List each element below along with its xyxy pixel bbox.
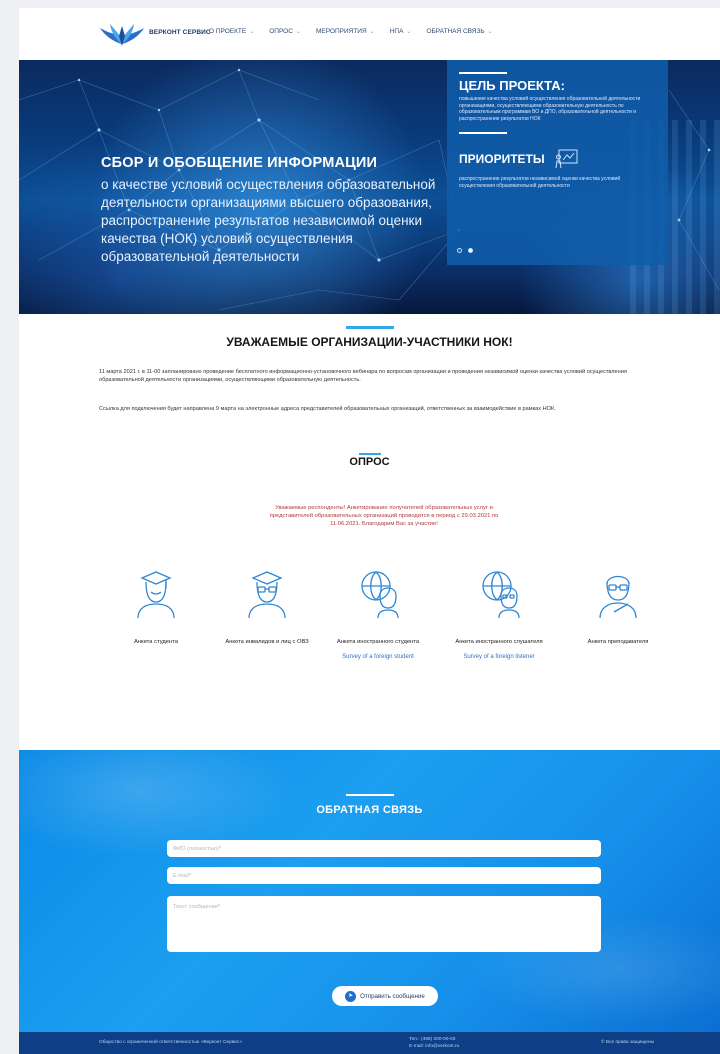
nav-label: ОПРОС	[269, 28, 293, 35]
notice-paragraph: 11 марта 2021 г. в 11-00 запланировано п…	[99, 369, 627, 383]
student-graduate-icon	[137, 571, 175, 618]
feedback-section: ОБРАТНАЯ СВЯЗЬ ➤ Отправить сообщение	[19, 750, 720, 1032]
survey-card-label: Анкета инвалидов и лиц с ОВЗ	[225, 639, 309, 645]
panel-divider	[459, 132, 507, 135]
logo-icon[interactable]	[99, 22, 145, 48]
site-footer: Общество с ограниченной ответственностью…	[19, 1032, 720, 1054]
notice-paragraph: Ссылка для подключения будет направлена …	[99, 406, 556, 412]
nav-item-npa[interactable]: НПА ⌄	[390, 28, 412, 35]
feedback-title: ОБРАТНАЯ СВЯЗЬ	[316, 804, 423, 816]
footer-email[interactable]: E-mail: info@verkont.ru	[409, 1043, 459, 1050]
survey-card-foreign-listener[interactable]: Анкета иностранного слушателя Survey of …	[444, 568, 554, 660]
section-accent	[359, 453, 381, 455]
slider-dot-active[interactable]	[468, 248, 473, 253]
footer-contacts: Тел.: (495) 000-00-00 E-mail: info@verko…	[409, 1036, 459, 1050]
page: ВЕРКОНТ СЕРВИС О ПРОЕКТЕ ⌄ ОПРОС ⌄ МЕРОПРИ…	[19, 8, 720, 1054]
nav-item-feedback[interactable]: ОБРАТНАЯ СВЯЗЬ ⌄	[426, 28, 492, 35]
nav-label: МЕРОПРИЯТИЯ	[315, 28, 367, 35]
hero-description: о качестве условий осуществления образов…	[101, 177, 436, 264]
send-button-label: Отправить сообщение	[360, 992, 425, 1000]
survey-card-label: Анкета студента	[133, 639, 179, 645]
nav-label: О ПРОЕКТЕ	[209, 28, 247, 35]
presentation-board-icon	[555, 149, 578, 169]
goal-title: ЦЕЛЬ ПРОЕКТА:	[459, 78, 565, 93]
survey-title: ОПРОС	[349, 456, 390, 468]
section-accent	[346, 794, 394, 796]
main-nav: О ПРОЕКТЕ ⌄ ОПРОС ⌄ МЕРОПРИЯТИЯ ⌄ НПА ⌄ ОБРА…	[209, 28, 493, 35]
teacher-icon	[599, 575, 637, 618]
panel-divider	[459, 72, 507, 74]
survey-card-label: Анкета иностранного слушателя	[455, 639, 543, 645]
hero-banner: СБОР И ОБОБЩЕНИЕ ИНФОРМАЦИИ о качестве у…	[19, 60, 720, 314]
survey-link-foreign-listener[interactable]: Survey of a foreign listener	[444, 654, 554, 660]
student-disabled-icon	[248, 571, 286, 618]
goal-text: повышение качества условий осуществления…	[459, 96, 641, 122]
nav-item-survey[interactable]: ОПРОС ⌄	[269, 28, 301, 35]
survey-link-foreign-student[interactable]: Survey of a foreign student	[323, 654, 433, 660]
priorities-text: распространение результатов независимой …	[459, 176, 621, 189]
survey-card-label: Анкета преподавателя	[587, 639, 649, 645]
footer-copyright: © Все права защищены	[601, 1040, 655, 1045]
nav-item-about[interactable]: О ПРОЕКТЕ ⌄	[209, 28, 254, 35]
site-header: ВЕРКОНТ СЕРВИС О ПРОЕКТЕ ⌄ ОПРОС ⌄ МЕРОПРИ…	[19, 8, 720, 60]
footer-org: Общество с ограниченной ответственностью…	[99, 1040, 243, 1045]
name-field[interactable]	[167, 840, 601, 857]
hero-text: СБОР И ОБОБЩЕНИЕ ИНФОРМАЦИИ о качестве у…	[101, 155, 441, 266]
chevron-down-icon: ⌄	[295, 29, 301, 35]
survey-card-disabled[interactable]: Анкета инвалидов и лиц с ОВЗ	[212, 568, 322, 646]
survey-notice: Уважаемые респонденты! Анкетирование пол…	[269, 505, 499, 527]
email-field[interactable]	[167, 867, 601, 884]
chevron-down-icon: ⌄	[487, 29, 493, 35]
survey-card-teacher[interactable]: Анкета преподавателя	[563, 568, 673, 646]
priorities-title: ПРИОРИТЕТЫ	[459, 152, 545, 167]
send-message-button[interactable]: ➤ Отправить сообщение	[332, 986, 438, 1006]
hero-title: СБОР И ОБОБЩЕНИЕ ИНФОРМАЦИИ	[101, 155, 378, 171]
logo-text[interactable]: ВЕРКОНТ СЕРВИС	[149, 29, 211, 36]
chevron-down-icon: ⌄	[249, 29, 255, 35]
survey-card-label: Анкета иностранного студента	[336, 639, 420, 645]
nav-item-events[interactable]: МЕРОПРИЯТИЯ ⌄	[316, 28, 375, 35]
slider-dot[interactable]	[457, 248, 462, 253]
chevron-down-icon: ⌄	[369, 29, 375, 35]
send-icon: ➤	[345, 990, 357, 1002]
foreign-listener-icon	[482, 571, 520, 618]
survey-card-student[interactable]: Анкета студента	[101, 568, 211, 646]
chevron-down-icon: ⌄	[406, 29, 412, 35]
footer-phone[interactable]: Тел.: (495) 000-00-00	[409, 1036, 459, 1043]
foreign-student-icon	[361, 571, 399, 618]
slider-dots	[457, 248, 473, 253]
notice-section: УВАЖАЕМЫЕ ОРГАНИЗАЦИИ-УЧАСТНИКИ НОК!	[19, 326, 720, 349]
goal-panel: ЦЕЛЬ ПРОЕКТА: повышение качества условий…	[447, 60, 668, 265]
section-accent	[345, 326, 394, 329]
nav-label: ОБРАТНАЯ СВЯЗЬ	[426, 28, 485, 35]
nav-label: НПА	[389, 28, 404, 35]
survey-card-foreign-student[interactable]: Анкета иностранного студента Survey of a…	[323, 568, 433, 660]
priorities-header: ПРИОРИТЕТЫ	[459, 148, 656, 170]
message-field[interactable]	[167, 896, 601, 952]
notice-title: УВАЖАЕМЫЕ ОРГАНИЗАЦИИ-УЧАСТНИКИ НОК!	[226, 335, 513, 349]
